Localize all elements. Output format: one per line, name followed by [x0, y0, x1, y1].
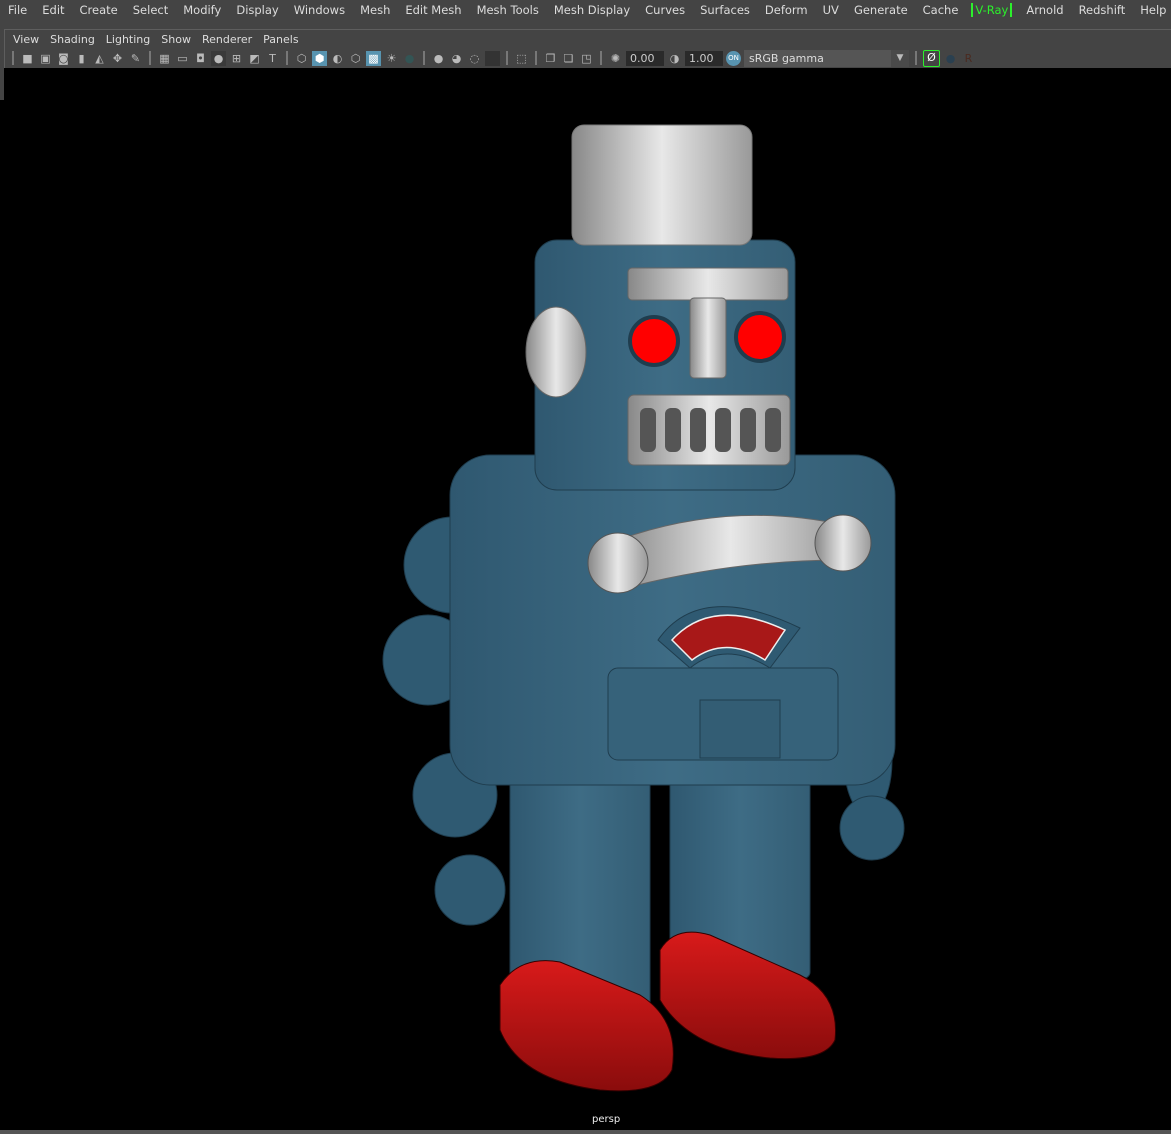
viewport-bottom-border — [0, 1130, 1171, 1134]
hat — [571, 124, 753, 246]
robot-model[interactable] — [0, 0, 1171, 1134]
belt-panel — [607, 667, 839, 761]
ear — [525, 306, 587, 398]
mouth-grille — [627, 394, 791, 466]
camera-label: persp — [592, 1114, 621, 1125]
